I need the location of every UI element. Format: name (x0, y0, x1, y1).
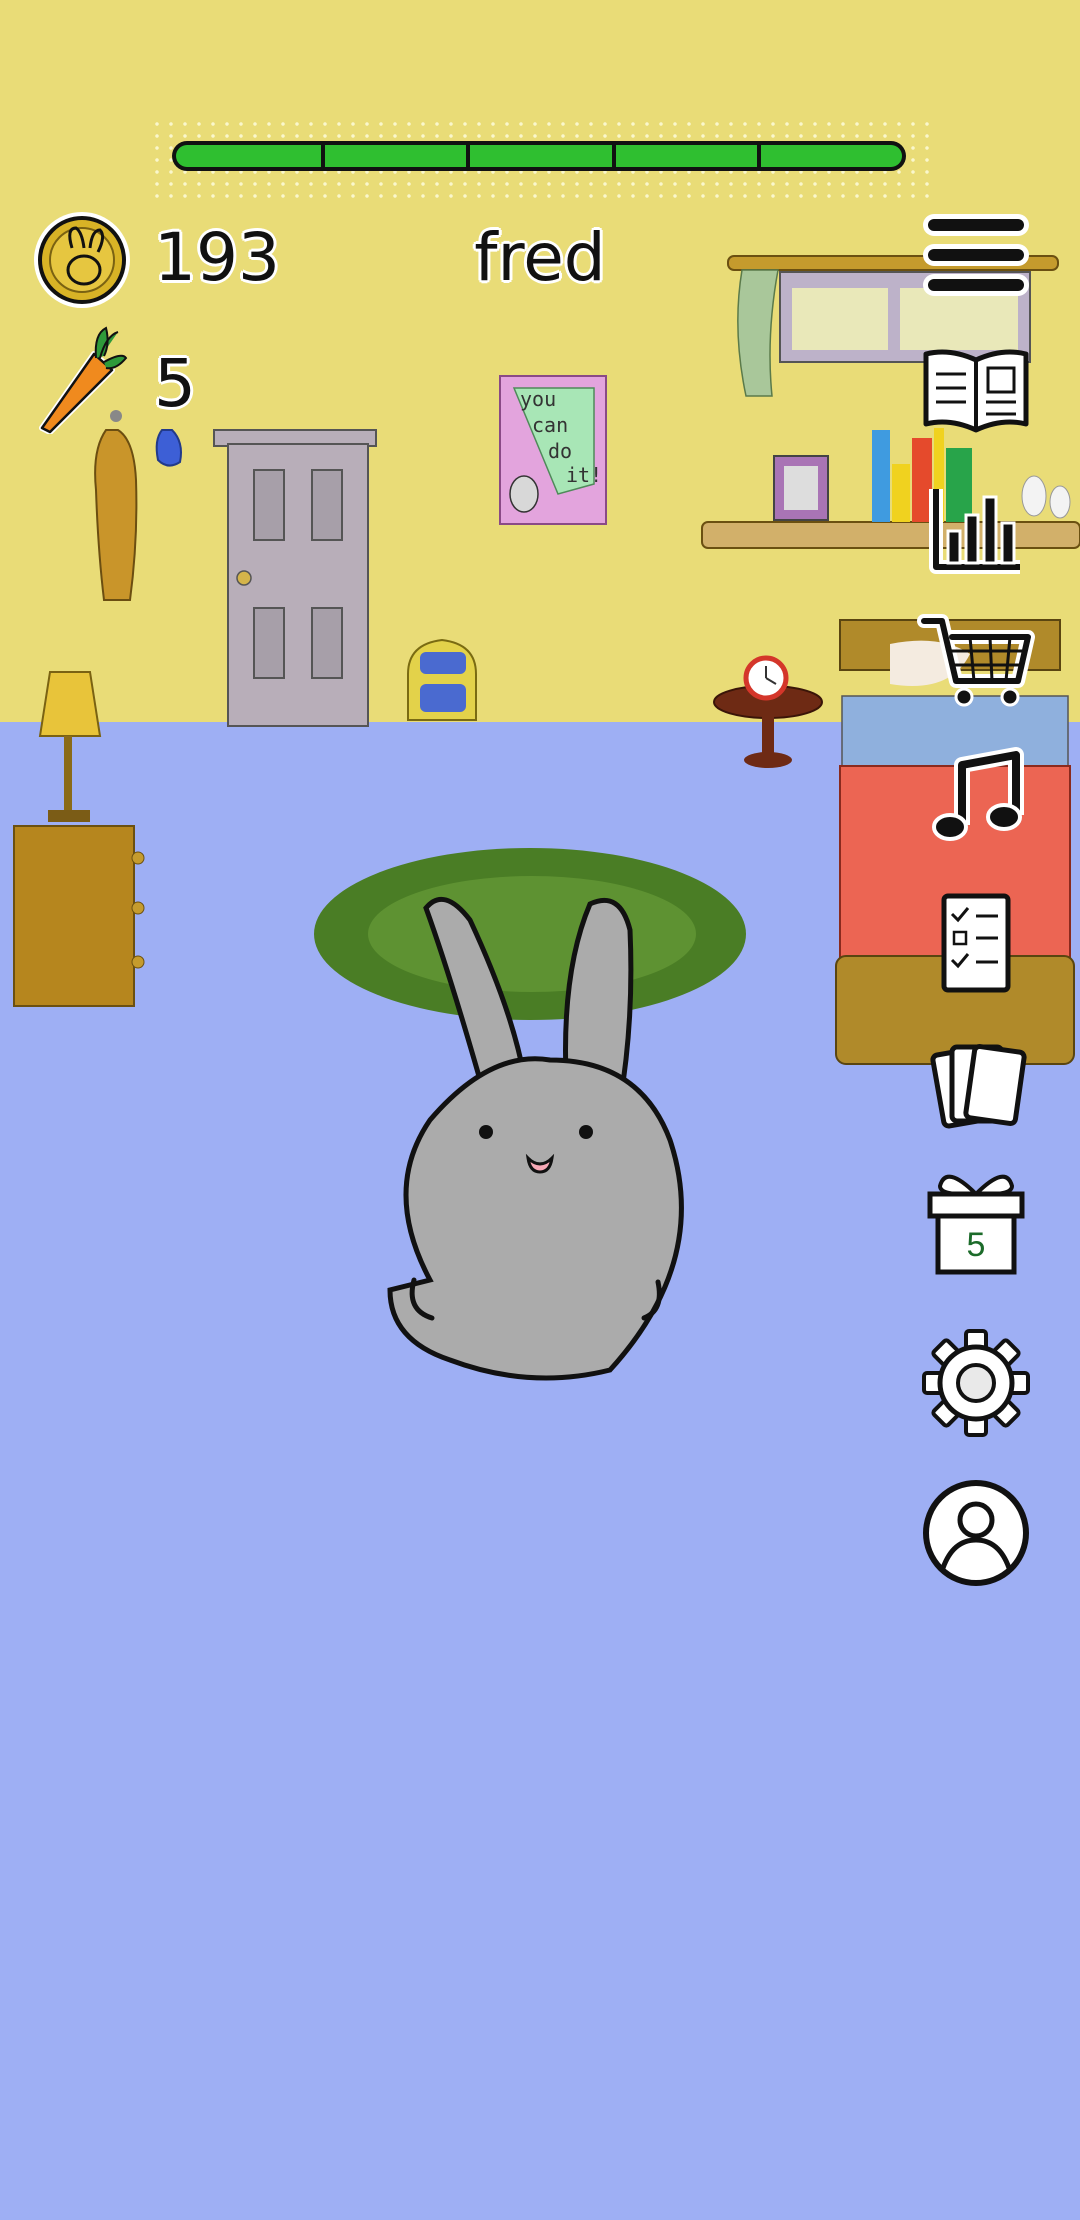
side-table-clock (713, 655, 823, 768)
bunny-pet[interactable] (370, 890, 710, 1390)
pet-name[interactable]: fred (400, 218, 680, 298)
profile-button[interactable] (918, 1478, 1034, 1588)
coin-count: 193 (154, 219, 280, 296)
poster-line: it! (566, 463, 602, 487)
tasks-button[interactable] (918, 888, 1034, 998)
health-segment-divider (466, 145, 471, 167)
hanging-jacket (94, 410, 182, 601)
poster-line: you (520, 387, 556, 411)
music-button[interactable] (918, 744, 1034, 854)
cards-icon (930, 1044, 1027, 1129)
cards-button[interactable] (918, 1030, 1034, 1140)
music-note-icon (932, 747, 1024, 841)
gift-button[interactable]: 5 (918, 1168, 1034, 1278)
motivation-poster: you can do it! (499, 375, 607, 525)
hamburger-menu-icon (923, 214, 1029, 296)
health-bar (172, 141, 906, 171)
coin-icon (30, 208, 134, 312)
checklist-icon (941, 893, 1011, 993)
stats-button[interactable] (918, 472, 1034, 582)
lamp-dresser (13, 671, 145, 1007)
door (213, 429, 377, 727)
bar-chart-icon (929, 489, 1020, 574)
journal-button[interactable] (918, 334, 1034, 444)
settings-button[interactable] (918, 1328, 1034, 1438)
poster-line: can (532, 413, 568, 437)
shop-button[interactable] (917, 604, 1035, 714)
health-segment-divider (611, 145, 616, 167)
health-bar-fill (176, 145, 902, 167)
profile-icon (923, 1480, 1029, 1586)
backpack (407, 638, 477, 721)
menu-button[interactable] (918, 200, 1034, 310)
health-segment-divider (321, 145, 326, 167)
gear-icon (922, 1329, 1030, 1437)
carrot-icon (38, 324, 128, 435)
open-book-icon (923, 349, 1029, 433)
poster-line: do (548, 439, 572, 463)
carrot-count: 5 (154, 345, 196, 422)
gift-badge-count: 5 (966, 1226, 986, 1264)
shopping-cart-icon (917, 614, 1035, 707)
health-segment-divider (756, 145, 761, 167)
